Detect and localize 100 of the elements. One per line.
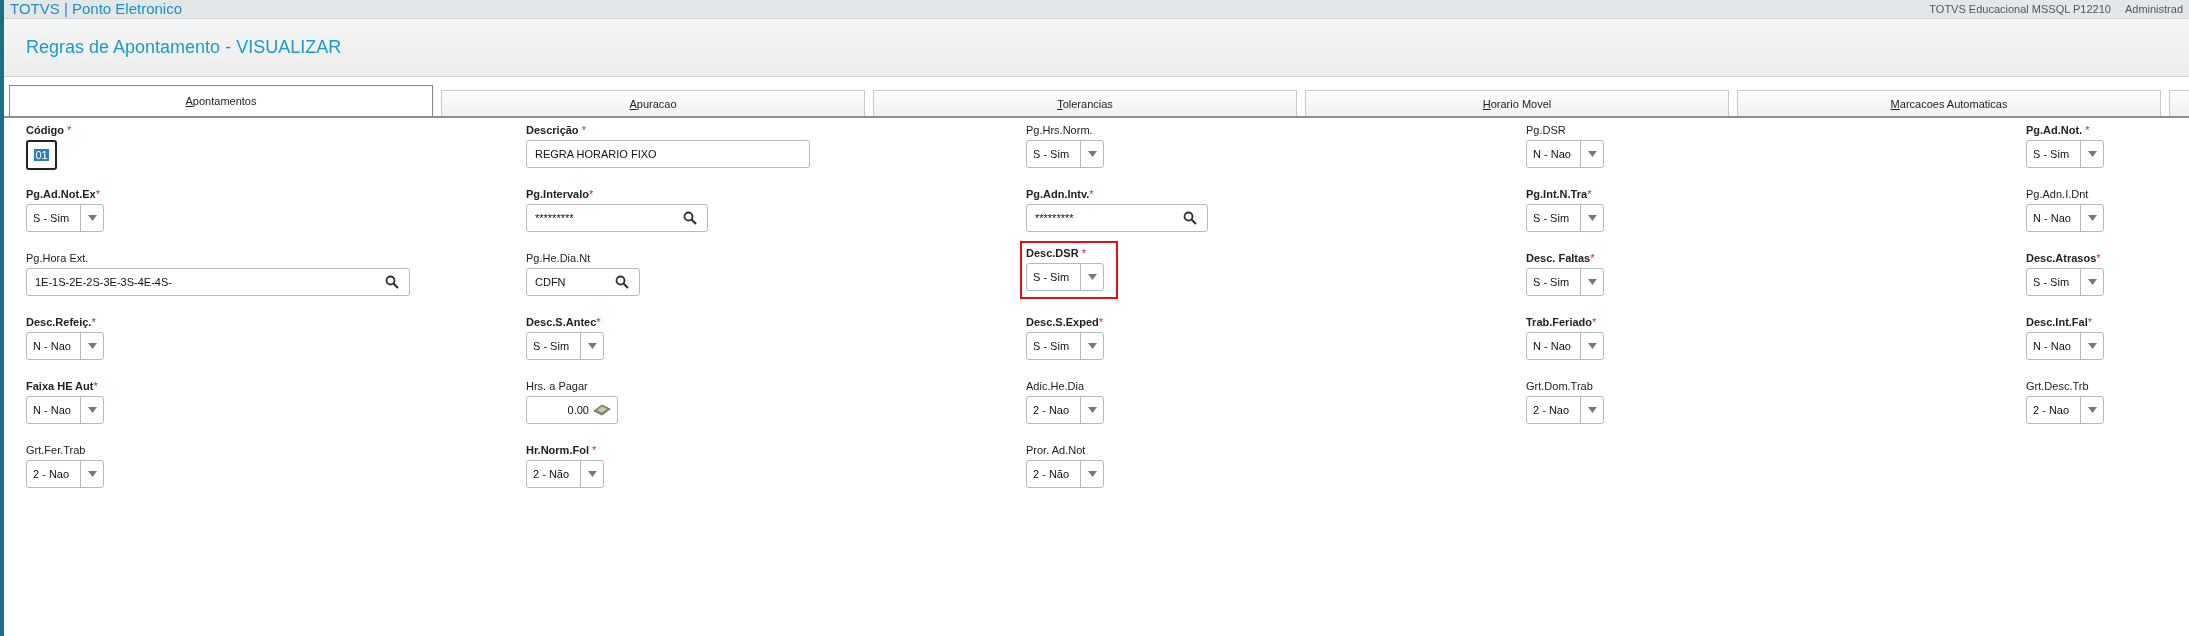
select-field[interactable]: 2 - Nao <box>1526 396 1604 424</box>
select-field[interactable]: 2 - Nao <box>26 460 104 488</box>
tab[interactable]: Apuracao <box>441 90 865 116</box>
lookup-field[interactable]: CDFN <box>526 268 640 296</box>
search-icon[interactable] <box>1182 211 1197 225</box>
caret-icon <box>1587 215 1597 221</box>
required-mark: * <box>65 124 72 136</box>
field-label: Pg.Hrs.Norm. <box>1026 124 1093 136</box>
select-field[interactable]: N - Nao <box>26 396 104 424</box>
caret-icon <box>1587 407 1597 413</box>
tab[interactable]: Horario Movel <box>1305 90 1729 116</box>
required-mark: * <box>2087 316 2093 328</box>
select-field[interactable]: S - Sim <box>1526 268 1604 296</box>
caret-icon <box>587 343 597 349</box>
search-icon[interactable] <box>385 275 399 289</box>
required-mark: * <box>1080 247 1086 259</box>
lookup-field[interactable]: ********* <box>1026 204 1208 232</box>
field-label: Adic.He.Dia <box>1026 380 1085 392</box>
field-label: Pg.Int.N.Tra <box>1526 188 1588 200</box>
select-field[interactable]: S - Sim <box>1026 140 1104 168</box>
caret-icon <box>2087 151 2097 157</box>
field-label: Grt.Desc.Trb <box>2026 380 2089 392</box>
field-label: Pror. Ad.Not <box>1026 444 1086 456</box>
field-label: Desc.Int.Fal <box>2026 316 2088 328</box>
lookup-field[interactable]: 1E-1S-2E-2S-3E-3S-4E-4S- <box>26 268 410 296</box>
caret-icon <box>1087 471 1097 477</box>
field-label: Trab.Feriado <box>1526 316 1593 328</box>
select-field[interactable]: S - Sim <box>26 204 104 232</box>
user-name: Administrad <box>2124 3 2183 15</box>
field-label: Pg.Intervalo <box>526 188 589 200</box>
select-field[interactable]: S - Sim <box>1026 332 1104 360</box>
caret-icon <box>87 215 97 221</box>
select-field[interactable]: S - Sim <box>2026 268 2104 296</box>
select-field[interactable]: N - Nao <box>26 332 104 360</box>
field-label: Grt.Dom.Trab <box>1526 380 1593 392</box>
caret-icon <box>2087 215 2097 221</box>
caret-icon <box>87 343 97 349</box>
caret-icon <box>1087 407 1097 413</box>
search-icon[interactable] <box>615 275 629 289</box>
select-field[interactable]: 2 - Não <box>526 460 604 488</box>
required-mark: * <box>591 444 597 456</box>
field-label: Código <box>26 124 64 136</box>
select-field[interactable]: N - Nao <box>2026 332 2104 360</box>
required-mark: * <box>588 188 594 200</box>
amount-field[interactable]: 0.00 <box>526 396 618 424</box>
page-title: Regras de Apontamento - VISUALIZAR <box>26 37 342 58</box>
field-label: Pg.DSR <box>1526 124 1566 136</box>
required-mark: * <box>1592 316 1597 328</box>
caret-icon <box>1087 274 1097 280</box>
field-label: Desc.S.Antec <box>526 316 597 328</box>
field-label: Desc.DSR <box>1026 247 1079 259</box>
select-field[interactable]: N - Nao <box>1526 140 1604 168</box>
caret-icon <box>2087 279 2097 285</box>
required-mark: * <box>1089 188 1094 200</box>
caret-icon <box>2087 343 2097 349</box>
input-field[interactable]: REGRA HORARIO FIXO <box>526 140 810 168</box>
lookup-field[interactable]: ********* <box>526 204 708 232</box>
caret-icon <box>2087 407 2097 413</box>
tab[interactable]: Marcacoes Automaticas <box>1737 90 2161 116</box>
select-field[interactable]: N - Nao <box>1526 332 1604 360</box>
select-field[interactable]: S - Sim <box>1026 263 1104 291</box>
caret-icon <box>87 471 97 477</box>
field-label: Pg.He.Dia.Nt <box>526 252 591 264</box>
select-field[interactable]: S - Sim <box>526 332 604 360</box>
required-mark: * <box>1590 252 1595 264</box>
caret-icon <box>587 471 597 477</box>
caret-icon <box>1087 343 1097 349</box>
field-label: Pg.Adn.I.Dnt <box>2026 188 2089 200</box>
select-field[interactable]: 2 - Nao <box>1026 396 1104 424</box>
field-label: Desc.Refeiç. <box>26 316 92 328</box>
field-label: Desc. Faltas <box>1526 252 1591 264</box>
required-mark: * <box>91 316 96 328</box>
field-label: Hrs. a Pagar <box>526 380 588 392</box>
select-field[interactable]: S - Sim <box>1526 204 1604 232</box>
required-mark: * <box>93 380 98 392</box>
field-label: Pg.Ad.Not. <box>2026 124 2083 136</box>
required-mark: * <box>596 316 601 328</box>
field-label: Pg.Hora Ext. <box>26 252 89 264</box>
tab[interactable]: Tolerancias <box>873 90 1297 116</box>
app-title: TOTVS | Ponto Eletronico <box>10 0 183 18</box>
caret-icon <box>1587 279 1597 285</box>
field-label: Pg.Adn.Intv. <box>1026 188 1090 200</box>
field-label: Hr.Norm.Fol <box>526 444 589 456</box>
tab[interactable]: Apontamentos <box>9 85 433 116</box>
select-field[interactable]: 2 - Nao <box>2026 396 2104 424</box>
caret-icon <box>1587 343 1597 349</box>
caret-icon <box>1087 151 1097 157</box>
select-field[interactable]: 2 - Não <box>1026 460 1104 488</box>
caret-icon <box>87 407 97 413</box>
required-mark: * <box>580 124 586 136</box>
field-label: Desc.S.Exped <box>1026 316 1099 328</box>
select-field[interactable]: S - Sim <box>2026 140 2104 168</box>
required-mark: * <box>1098 316 1104 328</box>
search-icon[interactable] <box>682 211 697 225</box>
required-mark: * <box>2096 252 2101 264</box>
select-field[interactable]: N - Nao <box>2026 204 2104 232</box>
money-icon[interactable] <box>593 404 611 416</box>
field-label: Faixa HE Aut <box>26 380 94 392</box>
caret-icon <box>1587 151 1597 157</box>
code-field[interactable]: 01 <box>26 140 57 170</box>
